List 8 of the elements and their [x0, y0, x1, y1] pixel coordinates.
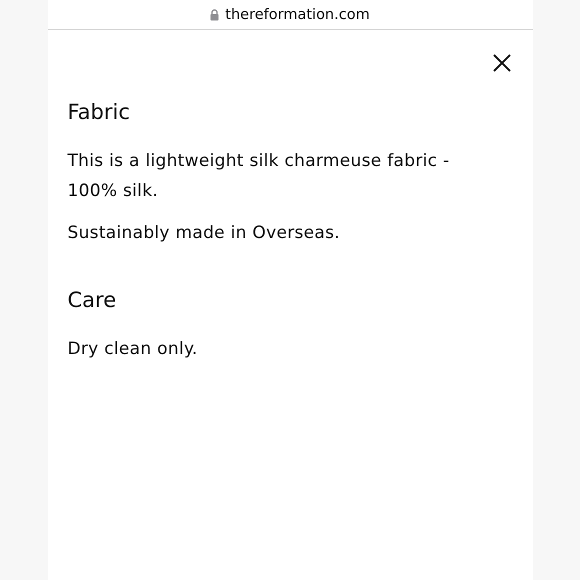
section-heading: Fabric	[68, 100, 131, 124]
section-heading: Care	[68, 288, 118, 312]
close-button[interactable]	[490, 52, 512, 74]
paragraph-text: Sustainably made in Overseas.	[68, 222, 342, 245]
paragraph-text: This is a lightweight silk charmeuse fabric - 100% silk.	[68, 150, 450, 203]
url-text[interactable]: thereformation.com	[225, 6, 370, 22]
paragraph-text: Dry clean only.	[68, 338, 199, 361]
lock-icon	[210, 8, 220, 20]
